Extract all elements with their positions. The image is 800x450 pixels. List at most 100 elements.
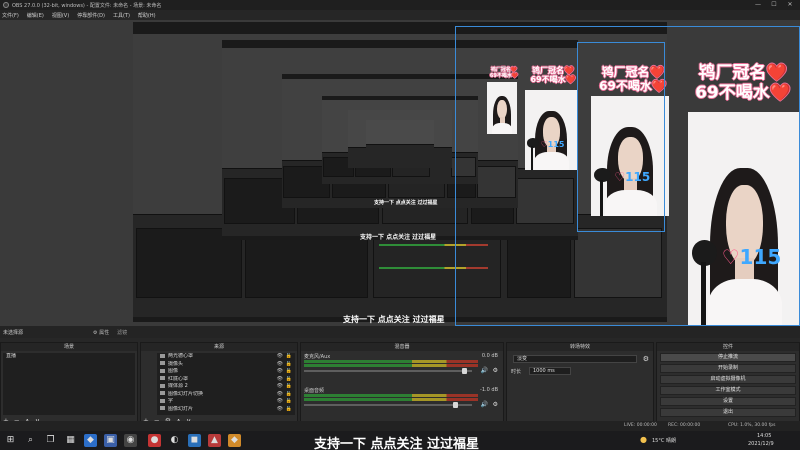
mixer-dock: 混音器 麦克风/Aux 0.0 dB 🔊 ⚙ 桌面音频 -1.0 dB 🔊 ⚙ bbox=[300, 342, 504, 428]
task-view-icon[interactable]: ❐ bbox=[44, 434, 57, 447]
mixer-title: 混音器 bbox=[301, 343, 503, 351]
eye-icon[interactable]: 👁 bbox=[277, 391, 283, 399]
no-source-label: 未选择源 bbox=[3, 329, 24, 336]
source-type-icon bbox=[160, 391, 165, 395]
maximize-button[interactable]: ☐ bbox=[766, 0, 782, 10]
eye-icon[interactable]: 👁 bbox=[277, 353, 283, 361]
menu-help[interactable]: 帮助(H) bbox=[138, 12, 156, 19]
app-icon[interactable]: ● bbox=[148, 434, 161, 447]
status-bar: LIVE: 00:00:00 REC: 00:00:00 CPU: 1.0%, … bbox=[0, 421, 800, 431]
obs-icon bbox=[3, 2, 9, 8]
properties-button[interactable]: ⚙ 属性 bbox=[93, 329, 109, 336]
source-item[interactable]: 图像幻灯片切换 👁 🔓 bbox=[157, 391, 295, 399]
lock-icon[interactable]: 🔓 bbox=[286, 398, 292, 406]
app-icon[interactable]: ▲ bbox=[208, 434, 221, 447]
selection-box[interactable] bbox=[577, 42, 665, 232]
recursive-preview-layer bbox=[366, 120, 434, 158]
gear-icon[interactable]: ⚙ bbox=[493, 401, 498, 408]
menu-edit[interactable]: 编辑(E) bbox=[27, 12, 44, 19]
start-button[interactable]: ⊞ bbox=[4, 434, 17, 447]
volume-slider[interactable] bbox=[304, 370, 472, 372]
gear-icon[interactable]: ⚙ bbox=[643, 355, 649, 363]
overlay-caption: 支持一下 点点关注 过过福星 bbox=[360, 234, 437, 241]
scenes-title: 场景 bbox=[1, 343, 137, 351]
channel-db: 0.0 dB bbox=[481, 353, 498, 359]
source-item[interactable]: 摄像头 👁 🔓 bbox=[157, 361, 295, 369]
sources-title: 来源 bbox=[141, 343, 297, 351]
volume-knob[interactable] bbox=[453, 402, 458, 408]
volume-knob[interactable] bbox=[462, 368, 467, 374]
speaker-icon[interactable]: 🔊 bbox=[481, 401, 488, 408]
transitions-title: 转场特效 bbox=[507, 343, 653, 351]
search-icon[interactable]: ⌕ bbox=[24, 434, 37, 447]
filters-button[interactable]: 滤镜 bbox=[117, 329, 127, 336]
duration-label: 时长 bbox=[511, 369, 522, 375]
close-button[interactable]: ✕ bbox=[782, 0, 798, 10]
start-virtual-camera-button[interactable]: 启动虚拟摄像机 bbox=[660, 375, 796, 384]
lock-icon[interactable]: 🔓 bbox=[286, 383, 292, 391]
app-icon[interactable]: ◆ bbox=[84, 434, 97, 447]
scenes-list: 直播 bbox=[3, 353, 135, 415]
level-meter bbox=[304, 364, 478, 367]
source-type-icon bbox=[160, 406, 165, 410]
eye-icon[interactable]: 👁 bbox=[277, 368, 283, 376]
obs-icon[interactable]: ◉ bbox=[124, 434, 137, 447]
app-icon[interactable]: ▦ bbox=[64, 434, 77, 447]
start-recording-button[interactable]: 开始录制 bbox=[660, 364, 796, 373]
lock-icon[interactable]: 🔓 bbox=[286, 361, 292, 369]
source-item[interactable]: 媒体源 2 👁 🔓 bbox=[157, 383, 295, 391]
source-item[interactable]: 字 👁 🔓 bbox=[157, 398, 295, 406]
transition-select[interactable]: 淡变 bbox=[513, 355, 637, 363]
source-item[interactable]: 图像幻灯片 👁 🔓 bbox=[157, 406, 295, 414]
lock-icon[interactable]: 🔓 bbox=[286, 376, 292, 384]
settings-button[interactable]: 设置 bbox=[660, 397, 796, 406]
menu-view[interactable]: 视图(V) bbox=[52, 12, 69, 19]
source-type-icon bbox=[160, 368, 165, 373]
volume-slider[interactable] bbox=[304, 404, 472, 406]
eye-icon[interactable]: 👁 bbox=[277, 383, 283, 391]
level-meter bbox=[304, 360, 478, 363]
eye-icon[interactable]: 👁 bbox=[277, 376, 283, 384]
source-item[interactable]: 红底心罩 👁 🔓 bbox=[157, 376, 295, 384]
taskbar-caption: 支持一下 点点关注 过过福星 bbox=[314, 437, 480, 450]
stop-streaming-button[interactable]: 停止推流 bbox=[660, 353, 796, 362]
mixer-channel-mic: 麦克风/Aux 0.0 dB 🔊 ⚙ bbox=[304, 353, 500, 383]
gear-icon[interactable]: ⚙ bbox=[493, 367, 498, 374]
rec-timer: REC: 00:00:00 bbox=[668, 423, 701, 428]
level-meter bbox=[304, 398, 478, 401]
lock-icon[interactable]: 🔓 bbox=[286, 406, 292, 414]
docks-area: 未选择源 ⚙ 属性 滤镜 场景 直播 + − ∧ ∨ 来源 两光德心罩👁🔓 摄像… bbox=[0, 326, 800, 431]
source-item[interactable]: 两光德心罩 👁 🔓 bbox=[157, 353, 295, 361]
duration-input[interactable]: 1000 ms bbox=[529, 367, 571, 375]
source-type-icon bbox=[160, 398, 165, 403]
lock-icon[interactable]: 🔓 bbox=[286, 391, 292, 399]
overlay-caption: 支持一下 点点关注 过过福星 bbox=[343, 315, 445, 324]
app-icon[interactable]: ▣ bbox=[104, 434, 117, 447]
eye-icon[interactable]: 👁 bbox=[277, 398, 283, 406]
lock-icon[interactable]: 🔓 bbox=[286, 368, 292, 376]
source-item[interactable]: 图像 👁 🔓 bbox=[157, 368, 295, 376]
controls-title: 控件 bbox=[657, 343, 799, 351]
menu-tools[interactable]: 工具(T) bbox=[113, 12, 130, 19]
exit-button[interactable]: 退出 bbox=[660, 408, 796, 417]
clock-date: 2021/12/9 bbox=[748, 441, 774, 447]
preview-canvas[interactable]: 支持一下 点点关注 过过福星 支持一下 点点关注 过过福星 支持一下 点点关注 … bbox=[0, 20, 800, 326]
lock-icon[interactable]: 🔓 bbox=[286, 353, 292, 361]
scene-item[interactable]: 直播 bbox=[3, 353, 135, 361]
menu-docks[interactable]: 停靠部件(D) bbox=[77, 12, 105, 19]
eye-icon[interactable]: 👁 bbox=[277, 361, 283, 369]
steam-icon[interactable]: ◐ bbox=[168, 434, 181, 447]
transitions-dock: 转场特效 淡变 ⚙ 时长 1000 ms bbox=[506, 342, 654, 428]
sources-list: 两光德心罩 👁 🔓 摄像头 👁 🔓 图像 👁 🔓 红底心罩 👁 🔓 媒体源 2 👁 🔓 图像幻灯片切… bbox=[157, 353, 295, 415]
source-type-icon bbox=[160, 376, 165, 380]
studio-mode-button[interactable]: 工作室模式 bbox=[660, 386, 796, 395]
scenes-dock: 场景 直播 + − ∧ ∨ bbox=[0, 342, 138, 428]
menu-file[interactable]: 文件(F) bbox=[2, 12, 19, 19]
app-icon[interactable]: ◆ bbox=[228, 434, 241, 447]
speaker-icon[interactable]: 🔊 bbox=[481, 367, 488, 374]
weather-text: 15°C 晴朗 bbox=[652, 438, 676, 444]
minimize-button[interactable]: — bbox=[750, 0, 766, 10]
weather-icon[interactable]: ● bbox=[640, 435, 647, 444]
app-icon[interactable]: ◼ bbox=[188, 434, 201, 447]
eye-icon[interactable]: 👁 bbox=[277, 406, 283, 414]
